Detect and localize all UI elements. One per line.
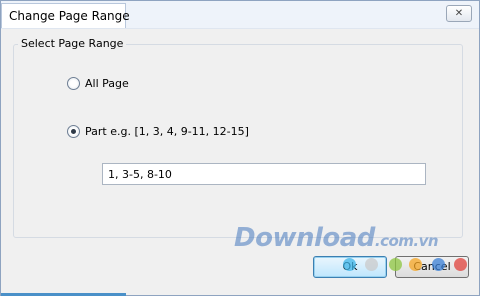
radio-all-page[interactable] [67,77,80,90]
radio-part[interactable] [67,125,80,138]
title-bar: Change Page Range ✕ [1,1,479,29]
radio-part-row[interactable]: Part e.g. [1, 3, 4, 9-11, 12-15] [67,125,249,138]
cancel-button[interactable]: Cancel [395,256,469,278]
title-tab: Change Page Range [1,3,130,28]
radio-part-label[interactable]: Part e.g. [1, 3, 4, 9-11, 12-15] [85,125,249,138]
group-label: Select Page Range [18,37,127,50]
dialog-title: Change Page Range [9,9,130,23]
ok-button[interactable]: Ok [313,256,387,278]
close-icon[interactable]: ✕ [447,6,471,21]
close-button[interactable]: ✕ [446,5,472,22]
radio-all-page-label[interactable]: All Page [85,77,129,90]
select-page-range-group: Select Page Range [13,37,463,238]
page-range-input[interactable] [102,163,426,185]
change-page-range-dialog: Change Page Range ✕ Select Page Range Al… [0,0,480,296]
radio-all-page-row[interactable]: All Page [67,77,129,90]
